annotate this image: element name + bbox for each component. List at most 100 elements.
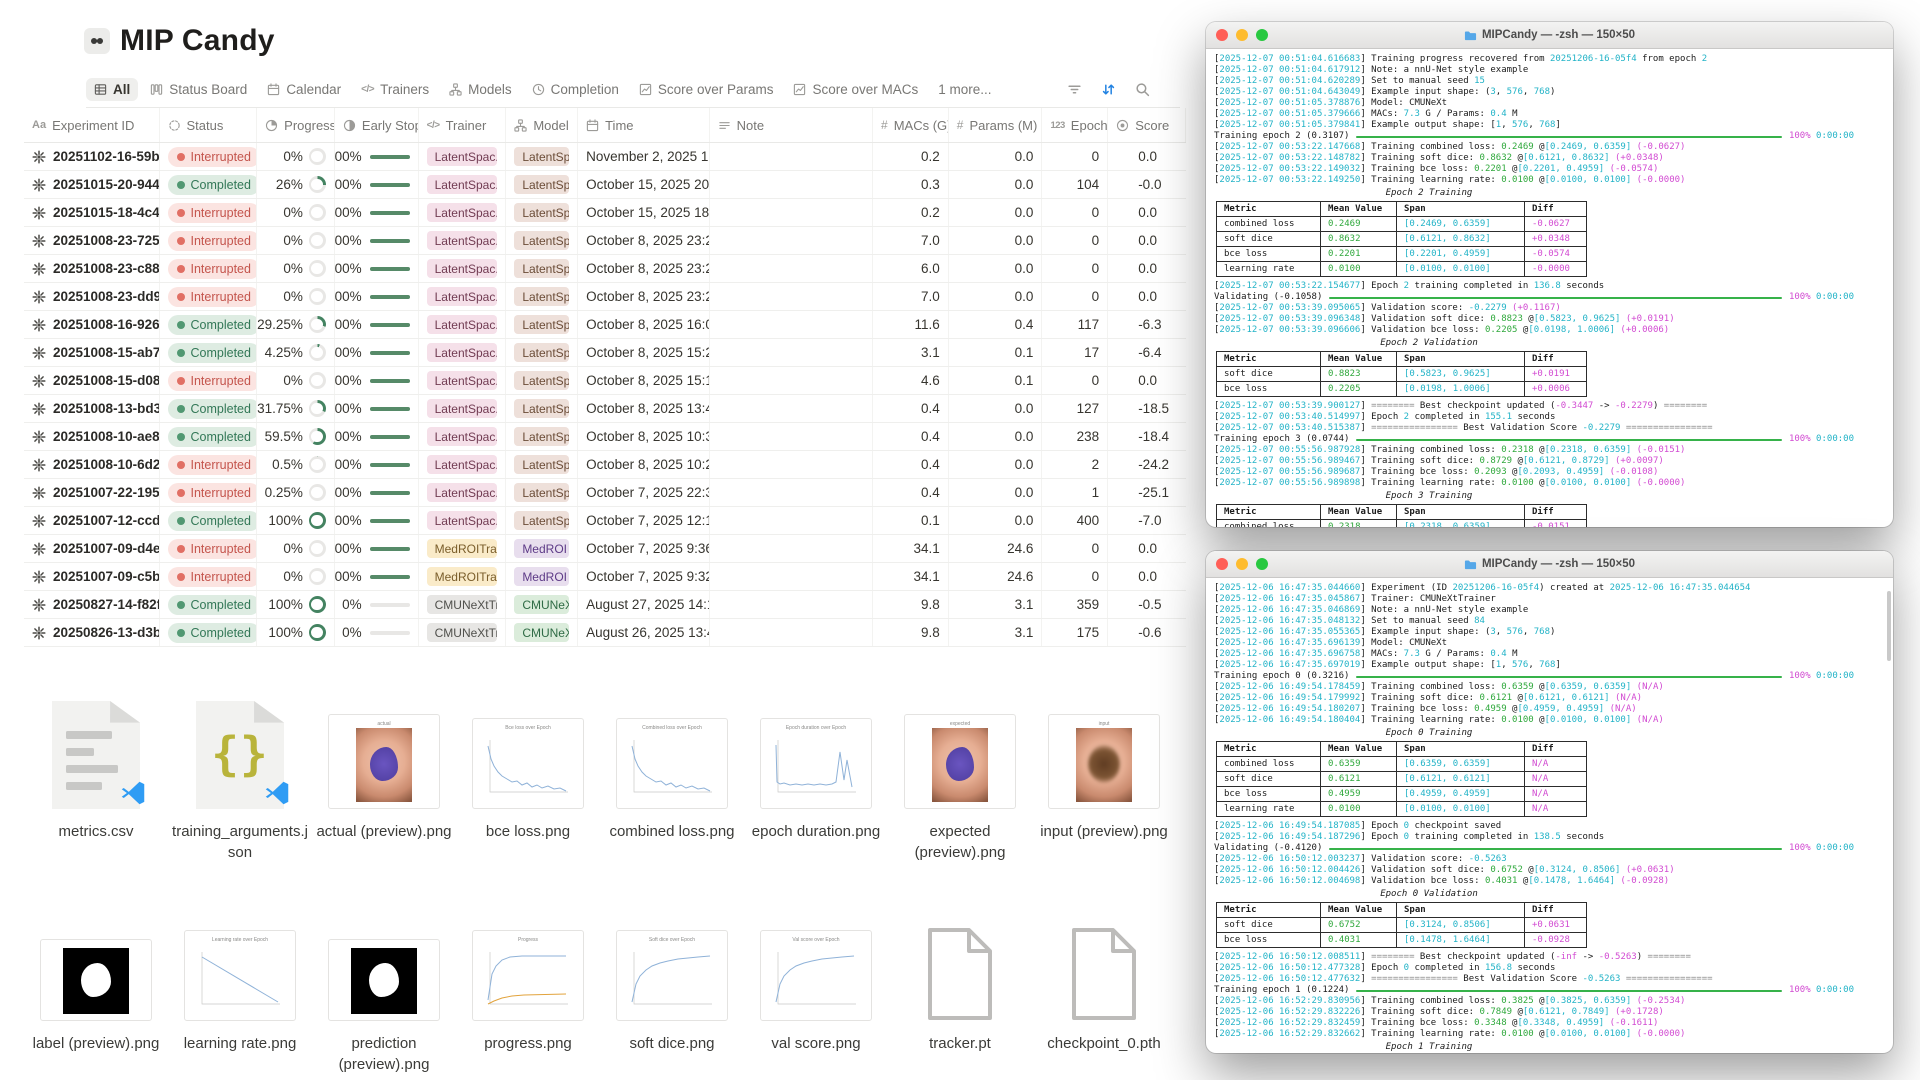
experiment-id-cell[interactable]: 20251008-16-9260 [24, 311, 160, 338]
terminal-1-output[interactable]: [2025-12-07 00:51:04.616683] Training pr… [1206, 49, 1893, 527]
table-row[interactable]: 20251015-18-4c41Interrupted0%100%LatentS… [24, 199, 1186, 227]
file-item-training-arguments-json[interactable]: {}training_arguments.json [168, 677, 312, 863]
zoom-button[interactable] [1256, 558, 1268, 570]
column-header-early[interactable]: Early Stop [335, 108, 419, 142]
experiment-id-cell[interactable]: 20250827-14-f82f [24, 591, 160, 618]
file-item-soft-dice-png[interactable]: Soft dice over Epochsoft dice.png [600, 889, 744, 1075]
experiment-id-cell[interactable]: 20251007-22-195f [24, 479, 160, 506]
column-header-time[interactable]: Time [578, 108, 710, 142]
experiment-id-cell[interactable]: 20251008-15-d08b [24, 367, 160, 394]
table-row[interactable]: 20251008-10-ae80Completed59.5%100%Latent… [24, 423, 1186, 451]
file-item-expected-preview-png[interactable]: expectedexpected (preview).png [888, 677, 1032, 863]
tab-models[interactable]: Models [441, 78, 520, 101]
table-row[interactable]: 20251008-23-c88eInterrupted0%100%LatentS… [24, 255, 1186, 283]
experiment-id-cell[interactable]: 20251008-23-725b [24, 227, 160, 254]
close-button[interactable] [1216, 29, 1228, 41]
experiment-id-cell[interactable]: 20251008-10-6d21 [24, 451, 160, 478]
file-item-checkpoint-0-pth[interactable]: checkpoint_0.pth [1032, 889, 1176, 1075]
minimize-button[interactable] [1236, 29, 1248, 41]
experiment-id-cell[interactable]: 20251008-15-ab79 [24, 339, 160, 366]
model-cell: LatentSp... [506, 339, 578, 366]
experiment-id-cell[interactable]: 20251015-18-4c41 [24, 199, 160, 226]
file-item-tracker-pt[interactable]: tracker.pt [888, 889, 1032, 1075]
file-item-learning-rate-png[interactable]: Learning rate over Epochlearning rate.pn… [168, 889, 312, 1075]
table-row[interactable]: 20251015-20-9440Completed26%100%LatentSp… [24, 171, 1186, 199]
tab-score-over-params[interactable]: Score over Params [631, 78, 782, 101]
table-row[interactable]: 20251008-16-9260Completed29.25%100%Laten… [24, 311, 1186, 339]
file-item-metrics-csv[interactable]: metrics.csv [24, 677, 168, 863]
tab-label: 1 more... [938, 82, 991, 97]
experiment-id-cell[interactable]: 20250826-13-d3ba [24, 619, 160, 646]
experiment-id-cell[interactable]: 20251008-23-dd95 [24, 283, 160, 310]
tab-status-board[interactable]: Status Board [142, 78, 255, 101]
terminal-scrollbar[interactable] [1887, 591, 1891, 661]
file-item-combined-loss-png[interactable]: Combined loss over Epochcombined loss.pn… [600, 677, 744, 863]
tab-score-over-macs[interactable]: Score over MACs [785, 78, 926, 101]
macs-value: 34.1 [913, 569, 939, 584]
table-row[interactable]: 20251007-12-ccd3Completed100%100%LatentS… [24, 507, 1186, 535]
experiment-id-cell[interactable]: 20251007-09-c5b6 [24, 563, 160, 590]
file-item-label-preview-png[interactable]: label (preview).png [24, 889, 168, 1075]
experiment-icon [32, 598, 46, 612]
table-row[interactable]: 20250826-13-d3baCompleted100%0%CMUNeXtTr… [24, 619, 1186, 647]
status-cell: Interrupted [160, 255, 258, 282]
tab-1-more-[interactable]: 1 more... [930, 78, 999, 101]
time-value: October 8, 2025 15:24 [586, 345, 710, 360]
column-header-epoch[interactable]: 123Epoch [1042, 108, 1108, 142]
column-header-model[interactable]: Model [506, 108, 578, 142]
table-row[interactable]: 20251008-13-bd33Completed31.75%100%Laten… [24, 395, 1186, 423]
experiment-id-cell[interactable]: 20251008-23-c88e [24, 255, 160, 282]
tab-calendar[interactable]: Calendar [259, 78, 349, 101]
file-item-prediction-preview-png[interactable]: prediction (preview).png [312, 889, 456, 1075]
terminal-1-titlebar[interactable]: MIPCandy — -zsh — 150×50 [1206, 22, 1893, 49]
experiment-id-cell[interactable]: 20251007-12-ccd3 [24, 507, 160, 534]
close-button[interactable] [1216, 558, 1228, 570]
params-cell: 3.1 [949, 591, 1043, 618]
experiment-id-cell[interactable]: 20251007-09-d4e6 [24, 535, 160, 562]
file-item-progress-png[interactable]: Progressprogress.png [456, 889, 600, 1075]
zoom-button[interactable] [1256, 29, 1268, 41]
trainer-cell: LatentSpac... [419, 283, 507, 310]
trainer-tag: LatentSpac... [427, 203, 498, 222]
file-item-bce-loss-png[interactable]: Bce loss over Epochbce loss.png [456, 677, 600, 863]
table-row[interactable]: 20251008-15-ab79Completed4.25%100%Latent… [24, 339, 1186, 367]
table-row[interactable]: 20251007-22-195fInterrupted0.25%100%Late… [24, 479, 1186, 507]
experiment-id-cell[interactable]: 20251008-13-bd33 [24, 395, 160, 422]
tab-all[interactable]: All [86, 78, 138, 101]
file-item-val-score-png[interactable]: Val score over Epochval score.png [744, 889, 888, 1075]
table-row[interactable]: 20251008-10-6d21Interrupted0.5%100%Laten… [24, 451, 1186, 479]
column-header-trainer[interactable]: </>Trainer [419, 108, 507, 142]
terminal-2-output[interactable]: [2025-12-06 16:47:35.044660] Experiment … [1206, 578, 1893, 1053]
experiment-id-cell[interactable]: 20251102-16-59b9 [24, 143, 160, 170]
score-value: -0.5 [1138, 597, 1161, 612]
file-item-actual-preview-png[interactable]: actualactual (preview).png [312, 677, 456, 863]
column-header-score[interactable]: Score [1108, 108, 1186, 142]
column-header-progress[interactable]: Progress [257, 108, 335, 142]
table-row[interactable]: 20251008-23-725bInterrupted0%100%LatentS… [24, 227, 1186, 255]
column-header-status[interactable]: Status [160, 108, 258, 142]
file-item-epoch-duration-png[interactable]: Epoch duration over Epochepoch duration.… [744, 677, 888, 863]
table-row[interactable]: 20251008-23-dd95Interrupted0%100%LatentS… [24, 283, 1186, 311]
table-row[interactable]: 20251102-16-59b9Interrupted0%100%LatentS… [24, 143, 1186, 171]
table-row[interactable]: 20251008-15-d08bInterrupted0%100%LatentS… [24, 367, 1186, 395]
search-icon[interactable] [1132, 80, 1152, 100]
column-header-id[interactable]: AaExperiment ID [24, 108, 160, 142]
column-header-macs[interactable]: #MACs (G) [873, 108, 949, 142]
column-header-note[interactable]: Note [710, 108, 873, 142]
progress-cell: 0% [257, 283, 335, 310]
tab-completion[interactable]: Completion [524, 78, 627, 101]
page-title[interactable]: MIP Candy [120, 24, 275, 58]
minimize-button[interactable] [1236, 558, 1248, 570]
file-item-input-preview-png[interactable]: inputinput (preview).png [1032, 677, 1176, 863]
filter-icon[interactable] [1064, 80, 1084, 100]
table-row[interactable]: 20250827-14-f82fCompleted100%0%CMUNeXtTr… [24, 591, 1186, 619]
table-row[interactable]: 20251007-09-d4e6Interrupted0%100%MedROIT… [24, 535, 1186, 563]
column-header-params[interactable]: #Params (M) [949, 108, 1043, 142]
table-row[interactable]: 20251007-09-c5b6Interrupted0%100%MedROIT… [24, 563, 1186, 591]
tab-trainers[interactable]: </>Trainers [353, 78, 437, 101]
sort-icon[interactable] [1098, 80, 1118, 100]
experiment-id-cell[interactable]: 20251015-20-9440 [24, 171, 160, 198]
progress-ring-icon [309, 540, 326, 557]
terminal-2-titlebar[interactable]: MIPCandy — -zsh — 150×50 [1206, 551, 1893, 578]
experiment-id-cell[interactable]: 20251008-10-ae80 [24, 423, 160, 450]
